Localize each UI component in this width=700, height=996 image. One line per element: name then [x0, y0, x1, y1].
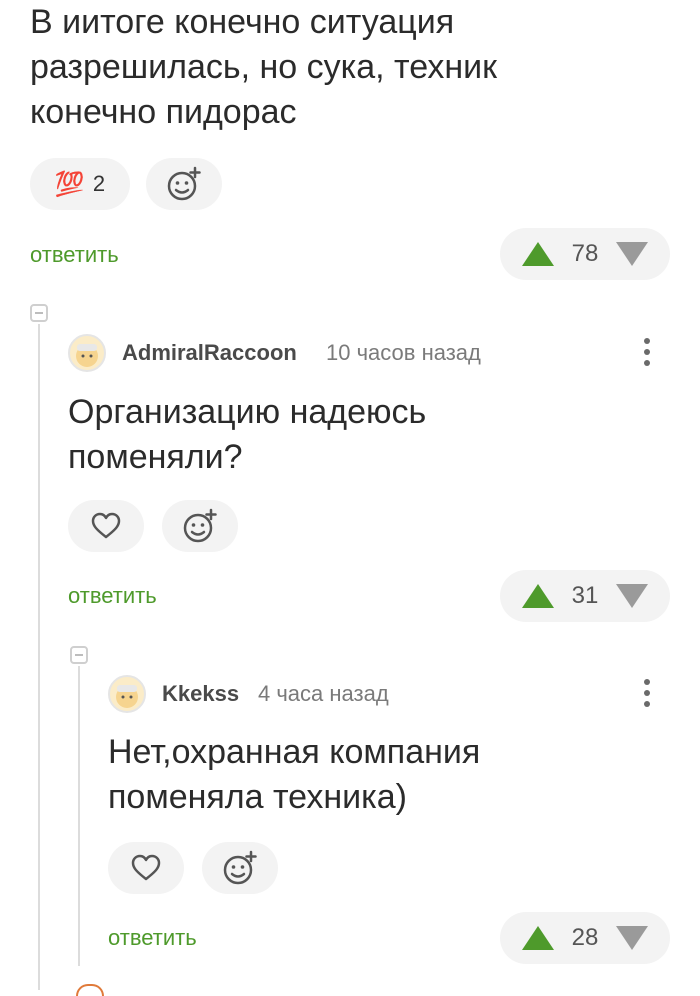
- downvote-icon[interactable]: [616, 242, 648, 266]
- comment-reply-link[interactable]: ответить: [108, 925, 197, 951]
- add-reaction-button[interactable]: [162, 500, 238, 552]
- thread-line-level-2: [78, 666, 80, 966]
- thread-line-level-1: [38, 324, 40, 990]
- avatar[interactable]: [108, 675, 146, 713]
- reaction-hundred-button[interactable]: 💯 2: [30, 158, 130, 210]
- comment-vote: 31: [500, 570, 670, 622]
- add-reaction-button[interactable]: [146, 158, 222, 210]
- avatar-image: [76, 344, 98, 367]
- heart-icon: [91, 512, 121, 539]
- upvote-icon[interactable]: [522, 242, 554, 266]
- add-reaction-icon: [167, 166, 201, 201]
- add-reaction-button[interactable]: [202, 842, 278, 894]
- comment-text: Нет,охранная компания поменяла техника): [108, 733, 481, 816]
- more-vertical-icon[interactable]: [644, 679, 652, 707]
- heart-icon: [131, 854, 161, 881]
- score: 28: [571, 924, 599, 951]
- comment-vote: 28: [500, 912, 670, 964]
- downvote-icon[interactable]: [616, 584, 648, 608]
- comment-reply-link[interactable]: ответить: [68, 583, 157, 609]
- hundred-points-icon: 💯: [54, 170, 85, 198]
- top-comment-vote: 78: [500, 228, 670, 280]
- upvote-icon[interactable]: [522, 584, 554, 608]
- comment-time: 10 часов назад: [326, 340, 481, 365]
- like-button[interactable]: [68, 500, 144, 552]
- collapse-icon[interactable]: [30, 304, 48, 322]
- score: 31: [571, 582, 599, 609]
- top-comment-reply-link[interactable]: ответить: [30, 242, 119, 268]
- more-vertical-icon[interactable]: [644, 338, 652, 366]
- next-comment-avatar: [76, 984, 104, 996]
- downvote-icon[interactable]: [616, 926, 648, 950]
- score: 78: [571, 240, 599, 267]
- top-comment-text: В иитоге конечно ситуация разрешилась, н…: [30, 3, 498, 131]
- comment-author[interactable]: AdmiralRaccoon: [122, 340, 297, 366]
- add-reaction-icon: [183, 508, 217, 543]
- reaction-count: 2: [92, 171, 106, 196]
- comment-author[interactable]: Kkekss: [162, 681, 239, 707]
- add-reaction-icon: [223, 850, 257, 885]
- collapse-icon[interactable]: [70, 646, 88, 664]
- comment-text: Организацию надеюсь поменяли?: [68, 393, 427, 476]
- upvote-icon[interactable]: [522, 926, 554, 950]
- comment-time: 4 часа назад: [258, 681, 389, 706]
- avatar[interactable]: [68, 334, 106, 372]
- like-button[interactable]: [108, 842, 184, 894]
- avatar-image: [116, 685, 138, 708]
